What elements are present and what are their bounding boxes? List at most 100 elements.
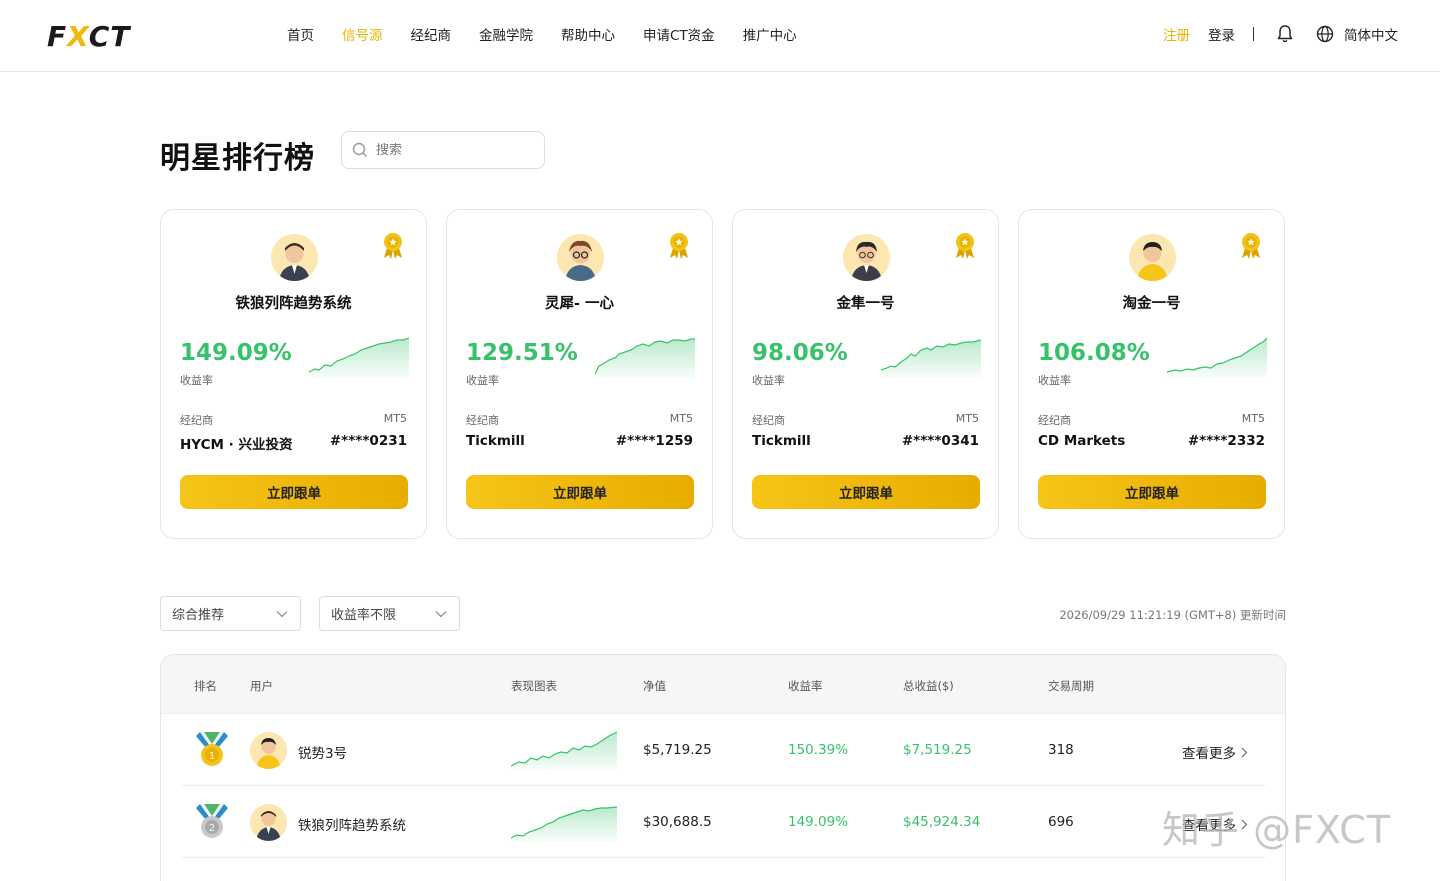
nav-academy[interactable]: 金融学院	[479, 26, 533, 46]
follow-button[interactable]: 立即跟单	[1038, 475, 1266, 509]
nav-promotion[interactable]: 推广中心	[743, 26, 797, 46]
avatar	[843, 234, 890, 281]
return-rate: 106.08%	[1038, 340, 1150, 366]
language-selector[interactable]: 简体中文	[1344, 24, 1398, 44]
return-filter-select[interactable]: 收益率不限	[319, 596, 460, 631]
svg-text:1: 1	[209, 751, 215, 762]
avatar	[1129, 234, 1176, 281]
follow-button[interactable]: 立即跟单	[180, 475, 408, 509]
follow-button[interactable]: 立即跟单	[466, 475, 694, 509]
return-rate-label: 收益率	[1038, 374, 1071, 387]
header-nav: 净值	[643, 679, 666, 693]
avatar	[271, 234, 318, 281]
return-rate: 98.06%	[752, 340, 848, 366]
total-profit: $45,924.34	[903, 814, 981, 830]
return-rate-label: 收益率	[752, 374, 785, 387]
user-name: 铁狼列阵趋势系统	[298, 818, 406, 834]
nav-help[interactable]: 帮助中心	[561, 26, 615, 46]
table-row[interactable]: 1 锐势3号 $5,719.25 150.39% $7,519.25 318 查…	[182, 714, 1266, 786]
performance-sparkline	[511, 806, 617, 842]
star-cards: 铁狼列阵趋势系统 149.09% 收益率 经纪商 MT5 HYCM · 兴业投资…	[160, 209, 1285, 539]
view-more-label: 查看更多	[1182, 746, 1236, 762]
broker-name: CD Markets	[1038, 433, 1126, 449]
account-number: #****0341	[901, 433, 979, 449]
broker-label: 经纪商	[466, 414, 499, 427]
login-link[interactable]: 登录	[1208, 24, 1235, 44]
chevron-down-icon	[276, 610, 288, 617]
search-box[interactable]	[341, 131, 545, 169]
avatar	[250, 732, 287, 769]
top-header: FXCT 首页 信号源 经纪商 金融学院 帮助中心 申请CT资金 推广中心 注册…	[0, 0, 1440, 72]
return-rate: 149.09%	[180, 340, 292, 366]
star-card[interactable]: 铁狼列阵趋势系统 149.09% 收益率 经纪商 MT5 HYCM · 兴业投资…	[160, 209, 427, 539]
update-time: 2026/09/29 11:21:19 (GMT+8) 更新时间	[1059, 608, 1286, 622]
svg-text:2: 2	[209, 823, 215, 834]
account-number: #****0231	[329, 433, 407, 449]
return-rate: 149.09%	[788, 814, 849, 830]
gold-rank-medal-icon: 1	[196, 732, 228, 766]
total-profit: $7,519.25	[903, 742, 972, 758]
return-rate: 129.51%	[466, 340, 578, 366]
broker-name: Tickmill	[752, 433, 811, 449]
user-name: 锐势3号	[298, 746, 348, 762]
follow-button[interactable]: 立即跟单	[752, 475, 980, 509]
trader-name: 淘金一号	[1122, 296, 1181, 312]
globe-icon[interactable]	[1316, 25, 1334, 43]
platform-label: MT5	[955, 412, 979, 425]
broker-name: HYCM · 兴业投资	[180, 437, 293, 453]
platform-label: MT5	[383, 412, 407, 425]
return-filter-value: 收益率不限	[331, 608, 397, 623]
nav-home[interactable]: 首页	[287, 26, 314, 46]
avatar	[250, 804, 287, 841]
broker-label: 经纪商	[752, 414, 785, 427]
trade-period: 696	[1048, 814, 1074, 830]
performance-sparkline	[595, 338, 695, 378]
watermark: 知乎 @FXCT	[1162, 808, 1391, 852]
header-profit: 总收益($)	[903, 679, 954, 693]
performance-sparkline	[881, 339, 981, 378]
page-title: 明星排行榜	[160, 141, 315, 176]
net-value: $30,688.5	[643, 814, 712, 830]
nav-signals[interactable]: 信号源	[342, 26, 383, 46]
performance-sparkline	[309, 337, 409, 378]
return-rate-label: 收益率	[466, 374, 499, 387]
gold-medal-icon	[670, 233, 688, 259]
search-icon	[352, 142, 367, 157]
performance-sparkline	[511, 731, 617, 770]
view-more-link[interactable]: 查看更多	[1182, 742, 1248, 762]
broker-label: 经纪商	[1038, 414, 1071, 427]
return-rate: 150.39%	[788, 742, 849, 758]
account-number: #****2332	[1187, 433, 1265, 449]
sort-select-value: 综合推荐	[172, 608, 225, 623]
search-input[interactable]	[376, 142, 526, 158]
header-chart: 表现图表	[511, 679, 557, 693]
trader-name: 灵犀- 一心	[544, 296, 615, 312]
sort-select[interactable]: 综合推荐	[160, 596, 301, 631]
silver-rank-medal-icon: 2	[196, 804, 228, 838]
header-rank: 排名	[194, 679, 217, 693]
header-period: 交易周期	[1048, 679, 1094, 693]
gold-medal-icon	[384, 233, 402, 259]
table-header: 排名 用户 表现图表 净值 收益率 总收益($) 交易周期	[161, 655, 1285, 714]
chevron-down-icon	[435, 610, 447, 617]
nav-apply-funds[interactable]: 申请CT资金	[643, 26, 715, 46]
net-value: $5,719.25	[643, 742, 712, 758]
star-card[interactable]: 金隼一号 98.06% 收益率 经纪商 MT5 Tickmill #****03…	[732, 209, 999, 539]
platform-label: MT5	[1241, 412, 1265, 425]
chevron-right-icon	[1241, 747, 1248, 757]
table-row[interactable]: 2 铁狼列阵趋势系统 $30,688.5 149.09% $45,924.34 …	[182, 786, 1266, 858]
register-link[interactable]: 注册	[1163, 24, 1190, 44]
trader-name: 铁狼列阵趋势系统	[235, 296, 352, 312]
nav-brokers[interactable]: 经纪商	[411, 26, 452, 46]
fxct-logo[interactable]: FXCT	[47, 20, 130, 53]
main-nav: 首页 信号源 经纪商 金融学院 帮助中心 申请CT资金 推广中心	[287, 26, 825, 46]
trade-period: 318	[1048, 742, 1074, 758]
header-return: 收益率	[788, 679, 823, 693]
trader-name: 金隼一号	[836, 296, 895, 312]
avatar	[557, 234, 604, 281]
header-divider	[1253, 27, 1254, 41]
platform-label: MT5	[669, 412, 693, 425]
star-card[interactable]: 灵犀- 一心 129.51% 收益率 经纪商 MT5 Tickmill #***…	[446, 209, 713, 539]
star-card[interactable]: 淘金一号 106.08% 收益率 经纪商 MT5 CD Markets #***…	[1018, 209, 1285, 539]
bell-icon[interactable]	[1276, 24, 1294, 44]
